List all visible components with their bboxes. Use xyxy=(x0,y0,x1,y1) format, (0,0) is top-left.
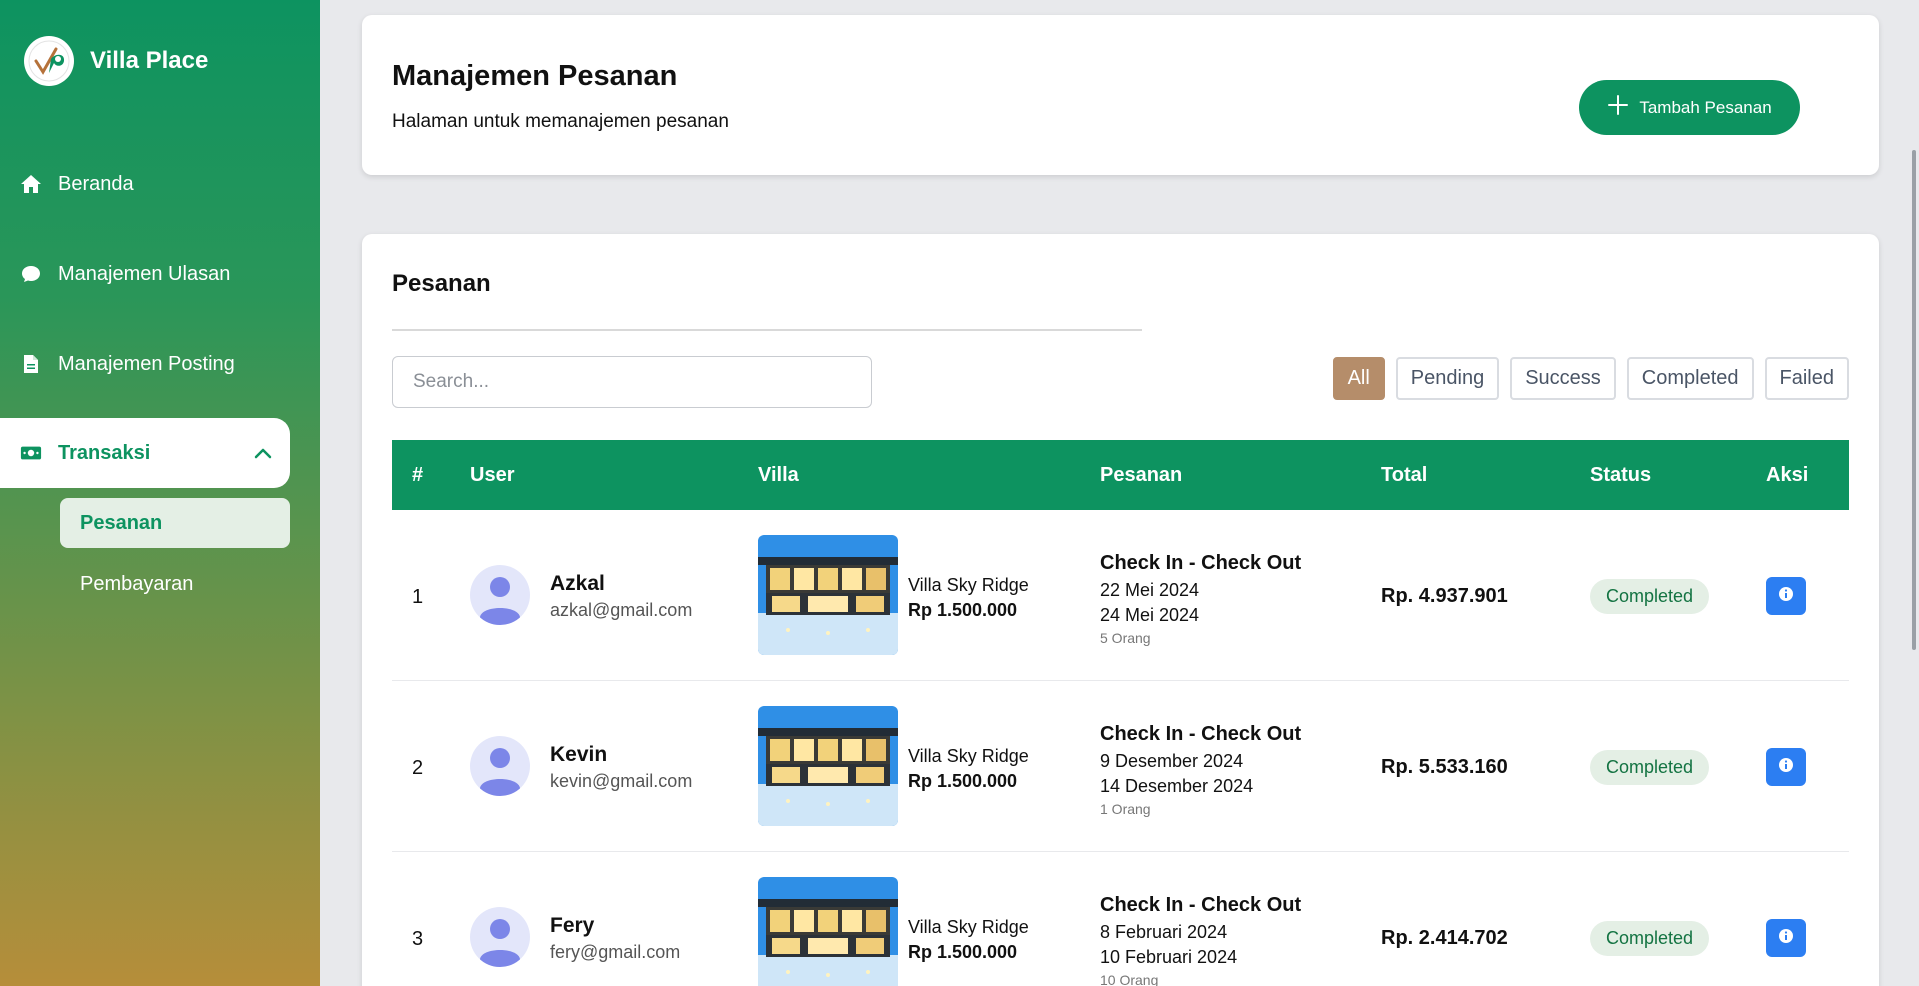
filter-completed[interactable]: Completed xyxy=(1626,357,1754,400)
sidebar-item-label: Manajemen Ulasan xyxy=(58,262,231,285)
info-button[interactable] xyxy=(1766,748,1806,786)
guest-count: 10 Orang xyxy=(1100,972,1159,986)
villa-name: Villa Sky Ridge xyxy=(908,746,1029,766)
orders-title: Pesanan xyxy=(392,270,491,297)
chevron-up-icon[interactable] xyxy=(254,442,272,465)
scrollbar[interactable] xyxy=(1905,0,1919,986)
user-name: Azkal xyxy=(550,572,605,595)
table-row: 2 Kevin kevin@gmail.com Villa Sky Ridge … xyxy=(392,681,1849,852)
chat-bubble-icon xyxy=(20,263,42,285)
filter-success[interactable]: Success xyxy=(1510,357,1616,400)
sidebar-subitem-pembayaran[interactable]: Pembayaran xyxy=(60,559,290,609)
villa-image xyxy=(758,535,898,655)
table-header: # User Villa Pesanan Total Status Aksi xyxy=(392,440,1849,510)
guest-count: 1 Orang xyxy=(1100,801,1151,817)
column-header-total: Total xyxy=(1381,464,1428,486)
order-total: Rp. 4.937.901 xyxy=(1381,585,1508,607)
sidebar-item-label: Beranda xyxy=(58,172,134,195)
sidebar-item-transaksi[interactable]: Transaksi xyxy=(0,418,290,488)
column-header-status: Status xyxy=(1590,464,1652,486)
plus-icon xyxy=(1607,94,1629,121)
user-name: Fery xyxy=(550,914,595,937)
villa-image xyxy=(758,706,898,826)
status-badge: Completed xyxy=(1590,750,1710,785)
order-total: Rp. 5.533.160 xyxy=(1381,756,1508,778)
orders-card: Pesanan All Pending Success Completed Fa… xyxy=(362,234,1879,986)
column-header-villa: Villa xyxy=(758,464,799,486)
info-button[interactable] xyxy=(1766,919,1806,957)
villa-price: Rp 1.500.000 xyxy=(908,771,1018,791)
avatar-icon xyxy=(470,565,530,625)
info-icon xyxy=(1778,757,1794,778)
divider xyxy=(392,329,1142,331)
info-icon xyxy=(1778,586,1794,607)
table-row: 1 Azkal azkal@gmail.com Villa Sky Ridge … xyxy=(392,510,1849,681)
status-badge: Completed xyxy=(1590,921,1710,956)
document-icon xyxy=(20,353,42,375)
villa-name: Villa Sky Ridge xyxy=(908,575,1029,595)
villa-place-logo-icon xyxy=(24,36,74,86)
row-number: 2 xyxy=(412,757,424,779)
user-email: kevin@gmail.com xyxy=(550,771,693,791)
sidebar-item-beranda[interactable]: Beranda xyxy=(0,149,290,219)
column-header-aksi: Aksi xyxy=(1766,464,1809,486)
sidebar-item-label: Manajemen Posting xyxy=(58,352,235,375)
sidebar-item-manajemen-posting[interactable]: Manajemen Posting xyxy=(0,329,290,399)
brand-name: Villa Place xyxy=(90,47,209,74)
villa-name: Villa Sky Ridge xyxy=(908,917,1029,937)
guest-count: 5 Orang xyxy=(1100,630,1151,646)
scrollbar-thumb[interactable] xyxy=(1912,150,1916,650)
brand[interactable]: Villa Place xyxy=(24,36,208,86)
check-out-date: 10 Februari 2024 xyxy=(1100,947,1238,967)
avatar-icon xyxy=(470,736,530,796)
page-header-card: Manajemen Pesanan Halaman untuk memanaje… xyxy=(362,15,1879,175)
status-badge: Completed xyxy=(1590,579,1710,614)
money-icon xyxy=(20,442,42,464)
villa-price: Rp 1.500.000 xyxy=(908,942,1018,962)
sidebar-subitem-pesanan[interactable]: Pesanan xyxy=(60,498,290,548)
page-subtitle: Halaman untuk memanajemen pesanan xyxy=(392,111,729,132)
page-title: Manajemen Pesanan xyxy=(392,60,678,92)
status-filter-group: All Pending Success Completed Failed xyxy=(1332,357,1849,400)
user-name: Kevin xyxy=(550,743,608,766)
booking-title: Check In - Check Out xyxy=(1100,894,1302,916)
filter-pending[interactable]: Pending xyxy=(1395,357,1500,400)
add-order-button[interactable]: Tambah Pesanan xyxy=(1579,80,1800,135)
add-order-label: Tambah Pesanan xyxy=(1639,97,1772,117)
check-out-date: 14 Desember 2024 xyxy=(1100,776,1254,796)
booking-title: Check In - Check Out xyxy=(1100,552,1302,574)
order-total: Rp. 2.414.702 xyxy=(1381,927,1508,949)
check-out-date: 24 Mei 2024 xyxy=(1100,605,1200,625)
column-header-user: User xyxy=(470,464,515,486)
check-in-date: 9 Desember 2024 xyxy=(1100,751,1244,771)
search-input[interactable] xyxy=(392,356,872,408)
filter-failed[interactable]: Failed xyxy=(1764,357,1849,400)
home-icon xyxy=(20,173,42,195)
villa-price: Rp 1.500.000 xyxy=(908,600,1018,620)
check-in-date: 22 Mei 2024 xyxy=(1100,580,1200,600)
row-number: 3 xyxy=(412,928,424,950)
booking-title: Check In - Check Out xyxy=(1100,723,1302,745)
sidebar: Villa Place Beranda Manajemen Ulasan Man… xyxy=(0,0,320,986)
row-number: 1 xyxy=(412,586,424,608)
column-header-pesanan: Pesanan xyxy=(1100,464,1183,486)
table-row: 3 Fery fery@gmail.com Villa Sky Ridge Rp… xyxy=(392,852,1849,986)
info-icon xyxy=(1778,928,1794,949)
user-email: fery@gmail.com xyxy=(550,942,681,962)
avatar-icon xyxy=(470,907,530,967)
sidebar-item-label: Transaksi xyxy=(58,441,151,464)
user-email: azkal@gmail.com xyxy=(550,600,693,620)
check-in-date: 8 Februari 2024 xyxy=(1100,922,1228,942)
column-header-number: # xyxy=(412,464,424,486)
filter-all[interactable]: All xyxy=(1332,357,1385,400)
villa-image xyxy=(758,877,898,986)
sidebar-item-manajemen-ulasan[interactable]: Manajemen Ulasan xyxy=(0,239,290,309)
info-button[interactable] xyxy=(1766,577,1806,615)
